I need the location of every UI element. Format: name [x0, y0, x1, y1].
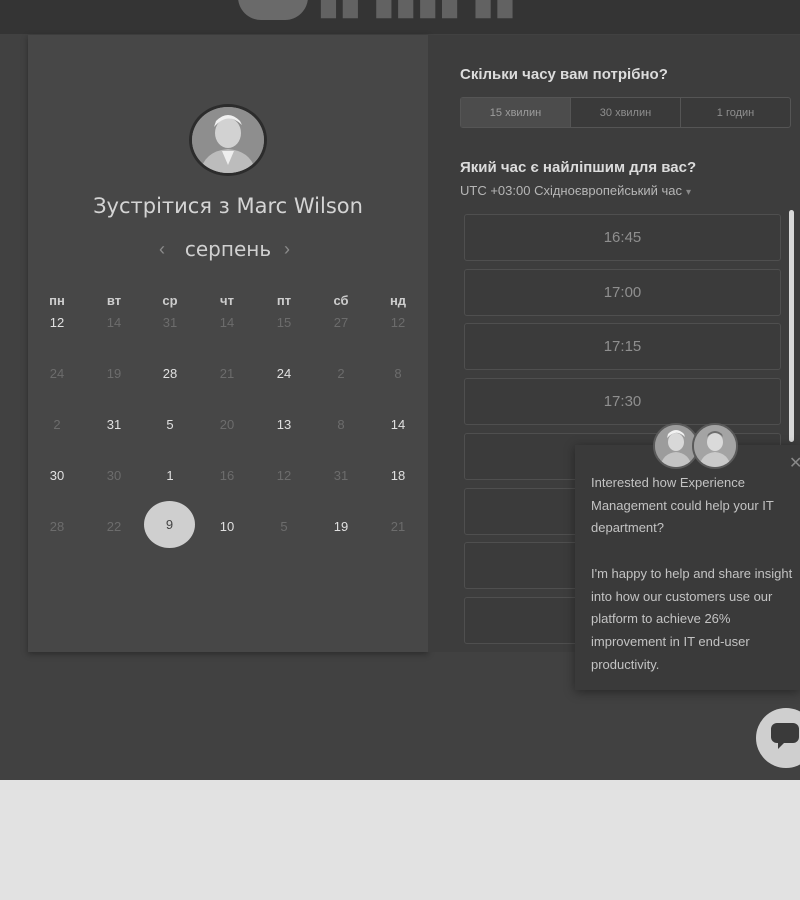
calendar-day[interactable]: 24	[264, 366, 304, 381]
month-navigation: серпень ‹ ›	[28, 237, 428, 263]
popup-paragraph: Interested how Experience Management cou…	[591, 475, 774, 536]
calendar-day: 15	[276, 315, 292, 330]
chevron-right-icon[interactable]: ›	[284, 239, 290, 260]
calendar-day: 21	[219, 366, 235, 381]
chat-bubble-icon	[770, 722, 800, 755]
weekday-thu: чт	[220, 293, 234, 308]
calendar-day: 12	[276, 468, 292, 483]
time-slot[interactable]: 17:30	[464, 378, 781, 425]
time-slot[interactable]: 17:15	[464, 323, 781, 370]
calendar-day[interactable]: 14	[378, 417, 418, 432]
weekday-wed: ср	[162, 293, 178, 308]
calendar-day[interactable]: 18	[378, 468, 418, 483]
timezone-selector[interactable]: UTC +03:00 Східноєвропейський час ▾	[460, 183, 691, 198]
popup-message: Interested how Experience Management cou…	[591, 472, 800, 676]
timezone-label: UTC +03:00 Східноєвропейський час	[460, 183, 682, 198]
calendar-day: 27	[333, 315, 349, 330]
calendar-day: 22	[106, 519, 122, 534]
weekday-tue: вт	[106, 293, 122, 308]
calendar-day: 20	[219, 417, 235, 432]
calendar-day[interactable]: 10	[207, 519, 247, 534]
calendar-day[interactable]: 31	[94, 417, 134, 432]
calendar-day: 14	[219, 315, 235, 330]
time-slot[interactable]: 16:45	[464, 214, 781, 261]
calendar-day: 5	[280, 519, 288, 534]
close-icon[interactable]: ✕	[789, 453, 800, 473]
brand-logo-text: ▮▮ ▮▮▮▮ ▮▮	[318, 0, 517, 22]
logo-bubble-icon	[238, 0, 308, 20]
calendar-day[interactable]: 5	[150, 417, 190, 432]
selected-day-number[interactable]: 9	[144, 517, 195, 532]
weekday-sat: сб	[333, 293, 349, 308]
calendar-day: 31	[162, 315, 178, 330]
calendar-day: 2	[53, 417, 61, 432]
calendar-day: 8	[337, 417, 345, 432]
calendar-day: 30	[106, 468, 122, 483]
calendar-day: 19	[106, 366, 122, 381]
duration-30-button[interactable]: 30 хвилин	[571, 98, 681, 127]
time-heading: Який час є найліпшим для вас?	[460, 159, 697, 176]
calendar-day[interactable]: 13	[264, 417, 304, 432]
time-slot[interactable]: 17:00	[464, 269, 781, 316]
agent-avatar	[692, 423, 738, 469]
host-avatar	[189, 104, 267, 176]
weekday-fri: пт	[276, 293, 292, 308]
slots-scrollbar[interactable]	[789, 210, 794, 442]
calendar-day: 2	[337, 366, 345, 381]
calendar-day: 16	[219, 468, 235, 483]
calendar-day: 12	[390, 315, 406, 330]
calendar-day: 21	[390, 519, 406, 534]
meeting-title: Зустрітися з Marc Wilson	[93, 194, 363, 218]
calendar-day: 8	[394, 366, 402, 381]
calendar-day[interactable]: 19	[321, 519, 361, 534]
duration-heading: Скільки часу вам потрібно?	[460, 66, 668, 83]
month-label: серпень	[184, 237, 272, 261]
duration-selector: 15 хвилин 30 хвилин 1 годин	[460, 97, 791, 128]
duration-60-button[interactable]: 1 годин	[681, 98, 790, 127]
popup-paragraph: I'm happy to help and share insight into…	[591, 565, 793, 672]
calendar-day[interactable]: 1	[150, 468, 190, 483]
chevron-left-icon[interactable]: ‹	[159, 239, 165, 260]
calendar-panel: Зустрітися з Marc Wilson серпень ‹ › пн …	[28, 35, 428, 652]
calendar-day[interactable]: 28	[150, 366, 190, 381]
calendar-day: 14	[106, 315, 122, 330]
chat-popup: ✕ Interested how Experience Management c…	[575, 445, 800, 690]
calendar-day: 24	[49, 366, 65, 381]
weekday-sun: нд	[389, 293, 407, 308]
duration-15-button[interactable]: 15 хвилин	[461, 98, 571, 127]
weekday-mon: пн	[49, 293, 65, 308]
top-header: ▮▮ ▮▮▮▮ ▮▮	[0, 0, 800, 34]
caret-down-icon: ▾	[685, 187, 691, 198]
calendar-day: 28	[49, 519, 65, 534]
calendar-day[interactable]: 12	[37, 315, 77, 330]
calendar-day[interactable]: 30	[37, 468, 77, 483]
calendar-day: 31	[333, 468, 349, 483]
